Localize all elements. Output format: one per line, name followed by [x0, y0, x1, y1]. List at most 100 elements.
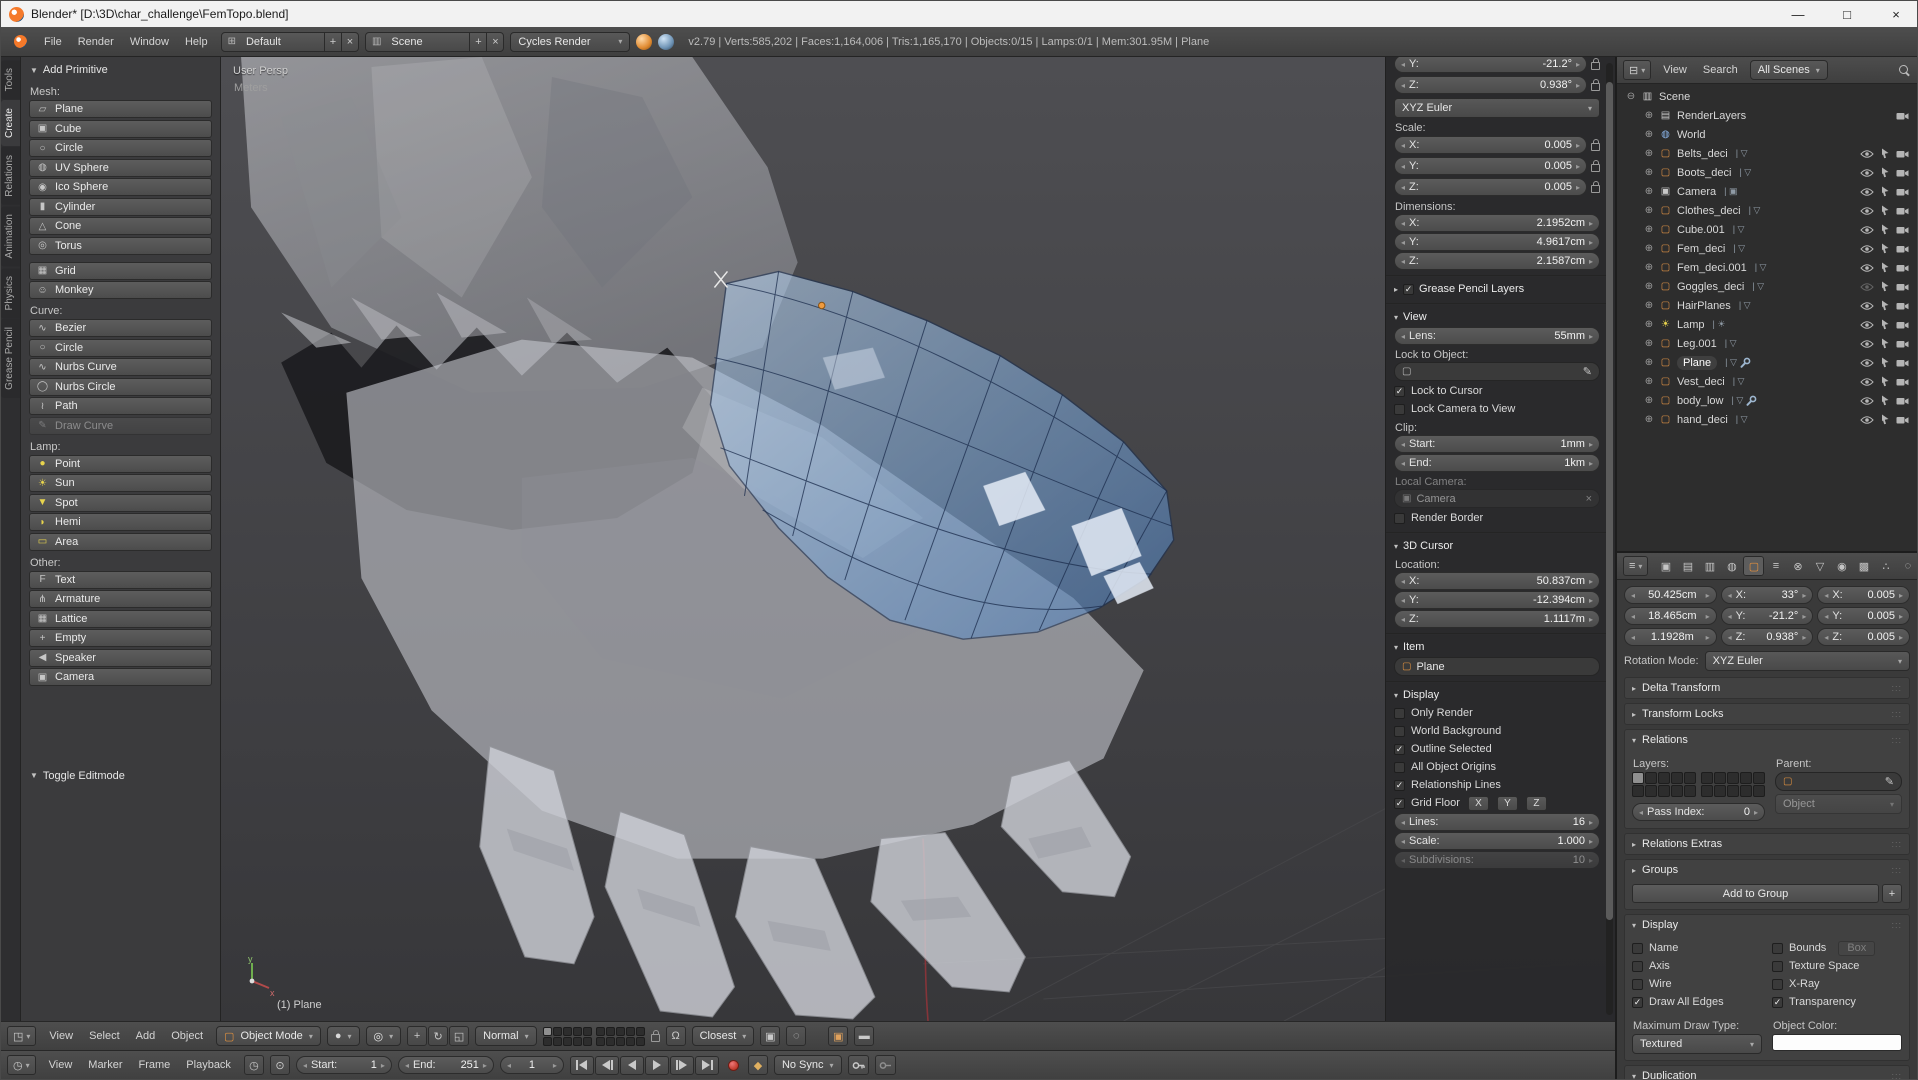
- outliner-item-world[interactable]: ⊕ ◍ World: [1619, 125, 1915, 144]
- editor-type-button[interactable]: ◳ ▾: [7, 1026, 37, 1046]
- toolshelf-tab-tools[interactable]: Tools: [1, 60, 20, 100]
- display-axis[interactable]: Axis: [1632, 957, 1762, 975]
- visibility-eye-icon[interactable]: [1860, 301, 1874, 311]
- selectability-arrow-icon[interactable]: [1880, 224, 1890, 235]
- visibility-eye-icon[interactable]: [1860, 168, 1874, 178]
- panel-grip-icon[interactable]: :::: [1891, 920, 1902, 930]
- layer-cell[interactable]: [605, 1026, 615, 1036]
- add-primitive-panel-header[interactable]: ▼ Add Primitive: [28, 60, 213, 80]
- layer-cell[interactable]: [595, 1036, 605, 1046]
- tool-button-path[interactable]: ≀ Path: [29, 397, 212, 415]
- viewport-display-outline-selected[interactable]: Outline Selected: [1394, 740, 1600, 758]
- scene-lock-icon[interactable]: [650, 1030, 660, 1042]
- outliner-menu-search[interactable]: Search: [1696, 61, 1745, 79]
- dimensions-y-field[interactable]: ◂ Y: 4.9617cm ▸: [1394, 233, 1600, 251]
- visibility-eye-icon[interactable]: [1860, 396, 1874, 406]
- manipulator-rotate-button[interactable]: ↻: [428, 1026, 449, 1046]
- layer-cell[interactable]: [1740, 785, 1752, 797]
- expand-icon[interactable]: ⊕: [1643, 129, 1655, 140]
- properties-tab-texture[interactable]: ▩: [1853, 556, 1874, 576]
- grid-axis-button-x[interactable]: X: [1467, 795, 1489, 811]
- next-keyframe-button[interactable]: [669, 1055, 694, 1075]
- render-engine-select[interactable]: Cycles Render ▾: [510, 31, 631, 52]
- display-bounds[interactable]: Bounds Box: [1772, 939, 1902, 957]
- rotation-field-1[interactable]: ◂ Y: -21.2° ▸: [1720, 607, 1814, 625]
- expand-icon[interactable]: ⊕: [1643, 338, 1655, 349]
- visibility-eye-icon[interactable]: [1860, 339, 1874, 349]
- layer-cell[interactable]: [1701, 772, 1713, 784]
- visibility-eye-icon[interactable]: [1860, 206, 1874, 216]
- properties-tab-scene[interactable]: ▥: [1699, 556, 1720, 576]
- layer-cell[interactable]: [1727, 772, 1739, 784]
- sync-mode-select[interactable]: No Sync ▾: [773, 1055, 842, 1075]
- opengl-render-anim-button[interactable]: ▬: [854, 1026, 875, 1046]
- selectability-arrow-icon[interactable]: [1880, 205, 1890, 216]
- renderability-camera-icon[interactable]: [1896, 263, 1909, 272]
- visibility-eye-icon[interactable]: [1860, 282, 1874, 292]
- manipulator-translate-button[interactable]: +: [407, 1026, 428, 1046]
- panel-grip-icon[interactable]: :::: [1891, 735, 1902, 745]
- tool-button-empty[interactable]: + Empty: [29, 629, 212, 647]
- expand-icon[interactable]: ⊕: [1643, 167, 1655, 178]
- selectability-arrow-icon[interactable]: [1880, 376, 1890, 387]
- expand-icon[interactable]: ⊕: [1643, 243, 1655, 254]
- add-layout-button[interactable]: +: [323, 32, 341, 51]
- renderability-camera-icon[interactable]: [1896, 206, 1909, 215]
- viewport-display-world-background[interactable]: World Background: [1394, 722, 1600, 740]
- properties-tab-physics[interactable]: ◌: [1897, 556, 1918, 576]
- tool-button-circle[interactable]: ○ Circle: [29, 338, 212, 357]
- selectability-arrow-icon[interactable]: [1880, 243, 1890, 254]
- jump-to-end-button[interactable]: [694, 1055, 719, 1075]
- parent-type-dropdown[interactable]: Object ▾: [1775, 794, 1902, 814]
- layer-cell[interactable]: [615, 1036, 625, 1046]
- tool-button-draw-curve[interactable]: ✎ Draw Curve: [29, 416, 212, 435]
- outliner-item-hand-deci[interactable]: ⊕ ▢ hand_deci | ▽: [1619, 410, 1915, 429]
- maximum-draw-type-select[interactable]: Textured ▾: [1632, 1034, 1762, 1054]
- info-menu-window[interactable]: Window: [123, 33, 176, 51]
- current-frame-field[interactable]: ◂ 1 ▸: [499, 1056, 564, 1074]
- selectability-arrow-icon[interactable]: [1880, 357, 1890, 368]
- cursor-z-field[interactable]: ◂ Z: 1.1117m ▸: [1394, 610, 1600, 628]
- expand-icon[interactable]: ⊕: [1643, 281, 1655, 292]
- editor-type-button[interactable]: ≡ ▾: [1623, 556, 1649, 576]
- outliner-item-clothes-deci[interactable]: ⊕ ▢ Clothes_deci | ▽: [1619, 201, 1915, 220]
- view3d-menu-add[interactable]: Add: [129, 1027, 163, 1045]
- selectability-arrow-icon[interactable]: [1880, 281, 1890, 292]
- panel-grip-icon[interactable]: :::: [1891, 683, 1902, 693]
- visibility-eye-icon[interactable]: [1860, 263, 1874, 273]
- visibility-eye-icon[interactable]: [1860, 415, 1874, 425]
- screen-layout-selector[interactable]: ⊞ Default + ×: [220, 31, 359, 52]
- grid-lines-field[interactable]: ◂ Lines: 16 ▸: [1394, 813, 1600, 831]
- keying-set-icon[interactable]: ◆: [747, 1055, 768, 1075]
- timeline-menu-marker[interactable]: Marker: [81, 1056, 129, 1074]
- local-camera-field[interactable]: ▣ Camera ×: [1394, 489, 1600, 508]
- scale-y-field[interactable]: ◂ Y: 0.005 ▸: [1394, 157, 1587, 175]
- delete-scene-button[interactable]: ×: [486, 32, 503, 51]
- tool-button-plane[interactable]: ▱ Plane: [29, 100, 212, 118]
- layer-cell[interactable]: [1701, 785, 1713, 797]
- grid-axis-button-z[interactable]: Z: [1525, 795, 1547, 811]
- clear-icon[interactable]: ×: [1586, 493, 1592, 505]
- visibility-eye-icon[interactable]: [1860, 377, 1874, 387]
- grid-scale-field[interactable]: ◂ Scale: 1.000 ▸: [1394, 832, 1600, 850]
- timeline-menu-playback[interactable]: Playback: [179, 1056, 238, 1074]
- orientation-select[interactable]: Normal ▾: [475, 1026, 537, 1046]
- outliner-item-plane[interactable]: ⊕ ▢ Plane | ▽: [1619, 353, 1915, 372]
- rotation-field-2[interactable]: ◂ Z: 0.938° ▸: [1720, 628, 1814, 646]
- rotation-field-0[interactable]: ◂ X: 33° ▸: [1720, 586, 1814, 604]
- editor-type-button[interactable]: ⊟ ▾: [1623, 60, 1652, 80]
- renderability-camera-icon[interactable]: [1896, 282, 1909, 291]
- layer-cell[interactable]: [572, 1026, 582, 1036]
- tool-button-nurbs-curve[interactable]: ∿ Nurbs Curve: [29, 358, 212, 376]
- panel-grip-icon[interactable]: :::: [1891, 865, 1902, 875]
- layer-cell[interactable]: [1658, 772, 1670, 784]
- properties-tab-render[interactable]: ▣: [1655, 556, 1676, 576]
- selectability-arrow-icon[interactable]: [1880, 300, 1890, 311]
- close-button[interactable]: ×: [1875, 1, 1917, 27]
- layer-cell[interactable]: [625, 1036, 635, 1046]
- expand-icon[interactable]: ⊕: [1643, 205, 1655, 216]
- layer-cell[interactable]: [1645, 785, 1657, 797]
- tool-button-speaker[interactable]: ◀ Speaker: [29, 648, 212, 667]
- layer-cell[interactable]: [1753, 785, 1765, 797]
- display-wire[interactable]: Wire: [1632, 975, 1762, 993]
